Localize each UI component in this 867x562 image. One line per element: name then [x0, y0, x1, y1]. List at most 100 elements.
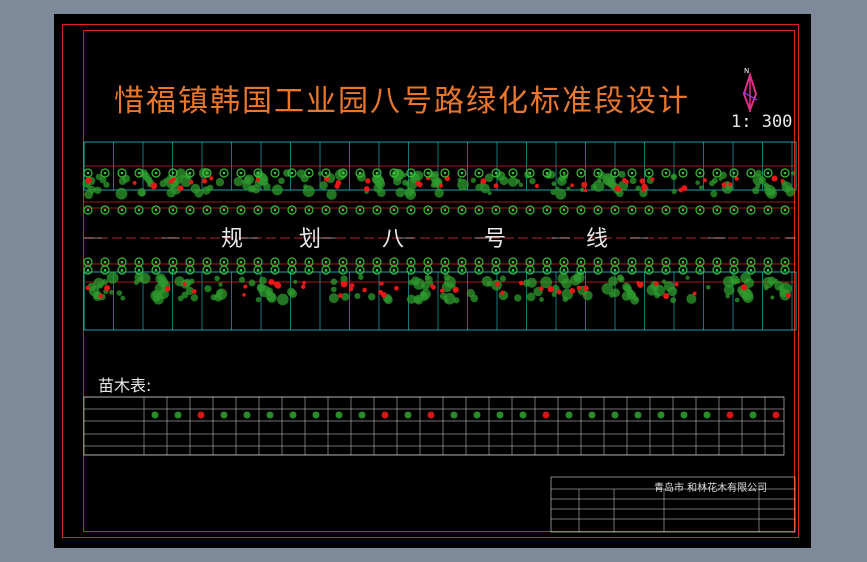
- table-symbol: [404, 411, 412, 419]
- street-tree-center: [613, 171, 617, 175]
- flower-mark: [728, 182, 733, 187]
- street-tree-center: [732, 171, 736, 175]
- street-tree-center: [596, 171, 600, 175]
- upper-shrub: [695, 180, 700, 186]
- street-tree-center: [732, 208, 736, 212]
- lower-shrub: [116, 290, 123, 296]
- cad-canvas: 惜福镇韩国工业园八号路绿化标准段设计 N 1: 300 规 划 八 号 线 苗木…: [54, 14, 811, 548]
- street-tree-center: [154, 260, 158, 264]
- street-tree-center: [358, 260, 362, 264]
- flower-mark: [201, 178, 208, 184]
- street-tree-center: [494, 171, 498, 175]
- street-tree-center: [528, 260, 532, 264]
- street-tree-center: [681, 171, 685, 175]
- table-symbol: [726, 411, 734, 419]
- street-tree-center: [137, 208, 141, 212]
- street-tree-center: [171, 260, 175, 264]
- flower-mark: [500, 290, 505, 296]
- flower-mark: [365, 178, 371, 184]
- street-tree-center: [596, 268, 600, 272]
- street-tree-center: [647, 268, 651, 272]
- lower-shrub: [218, 282, 223, 287]
- flower-mark: [653, 281, 659, 287]
- street-tree-center: [460, 208, 464, 212]
- upper-shrub: [457, 178, 469, 191]
- street-tree-center: [324, 260, 328, 264]
- street-tree-center: [681, 208, 685, 212]
- street-tree-center: [749, 208, 753, 212]
- street-tree-center: [562, 208, 566, 212]
- flower-mark: [340, 280, 348, 288]
- street-tree-center: [545, 208, 549, 212]
- upper-shrub: [579, 187, 585, 193]
- flower-mark: [569, 288, 576, 294]
- upper-shrub: [555, 186, 560, 191]
- lower-shrub: [574, 273, 582, 282]
- street-tree-center: [613, 208, 617, 212]
- street-tree-center: [86, 208, 90, 212]
- street-tree-center: [477, 171, 481, 175]
- flower-mark: [494, 281, 500, 287]
- table-symbol: [634, 411, 642, 419]
- lower-shrub: [767, 276, 777, 286]
- street-tree-center: [205, 260, 209, 264]
- street-tree-center: [664, 260, 668, 264]
- upper-shrub: [518, 182, 524, 188]
- flower-mark: [302, 280, 307, 285]
- lower-shrub: [425, 275, 433, 284]
- lower-shrub: [341, 292, 350, 301]
- street-tree-center: [715, 260, 719, 264]
- street-tree-center: [647, 171, 651, 175]
- upper-shrub: [551, 181, 557, 187]
- lower-shrub: [725, 293, 730, 299]
- upper-shrub: [635, 185, 642, 192]
- street-tree-center: [732, 260, 736, 264]
- flower-mark: [681, 185, 688, 192]
- street-tree-center: [120, 260, 124, 264]
- street-tree-center: [103, 171, 107, 175]
- flower-mark: [85, 285, 90, 291]
- street-tree-center: [579, 171, 583, 175]
- road-label-char-4: 号: [484, 227, 507, 252]
- lower-shrub: [411, 276, 420, 286]
- street-tree-center: [392, 268, 396, 272]
- street-tree-center: [205, 171, 209, 175]
- table-symbol: [542, 411, 550, 419]
- street-tree-center: [256, 268, 260, 272]
- lower-shrub: [286, 287, 296, 297]
- street-tree-center: [698, 268, 702, 272]
- flower-mark: [338, 293, 343, 298]
- street-tree-center: [307, 171, 311, 175]
- flower-mark: [740, 284, 748, 291]
- street-tree-center: [698, 208, 702, 212]
- street-tree-center: [307, 208, 311, 212]
- street-tree-center: [511, 268, 515, 272]
- lower-shrub: [633, 296, 639, 302]
- street-tree-center: [562, 171, 566, 175]
- table-symbol: [266, 411, 274, 419]
- flower-mark: [583, 285, 589, 292]
- street-tree-center: [222, 260, 226, 264]
- street-tree-center: [205, 268, 209, 272]
- flower-mark: [771, 175, 778, 182]
- street-tree-center: [239, 260, 243, 264]
- table-symbol: [772, 411, 780, 419]
- street-tree-center: [307, 268, 311, 272]
- street-tree-center: [324, 268, 328, 272]
- lower-shrub: [358, 274, 364, 280]
- road-label-char-5: 线: [586, 227, 609, 252]
- lower-shrub: [420, 289, 431, 300]
- lower-shrub: [628, 290, 633, 296]
- flower-mark: [335, 179, 342, 186]
- street-tree-center: [171, 208, 175, 212]
- upper-shrub: [278, 177, 285, 185]
- flower-mark: [702, 178, 707, 183]
- table-symbol: [312, 411, 320, 419]
- table-symbol: [496, 411, 504, 419]
- flower-mark: [362, 287, 367, 293]
- lower-shrub: [139, 272, 151, 284]
- street-tree-center: [120, 208, 124, 212]
- street-tree-center: [341, 171, 345, 175]
- street-tree-center: [783, 260, 787, 264]
- street-tree-center: [409, 208, 413, 212]
